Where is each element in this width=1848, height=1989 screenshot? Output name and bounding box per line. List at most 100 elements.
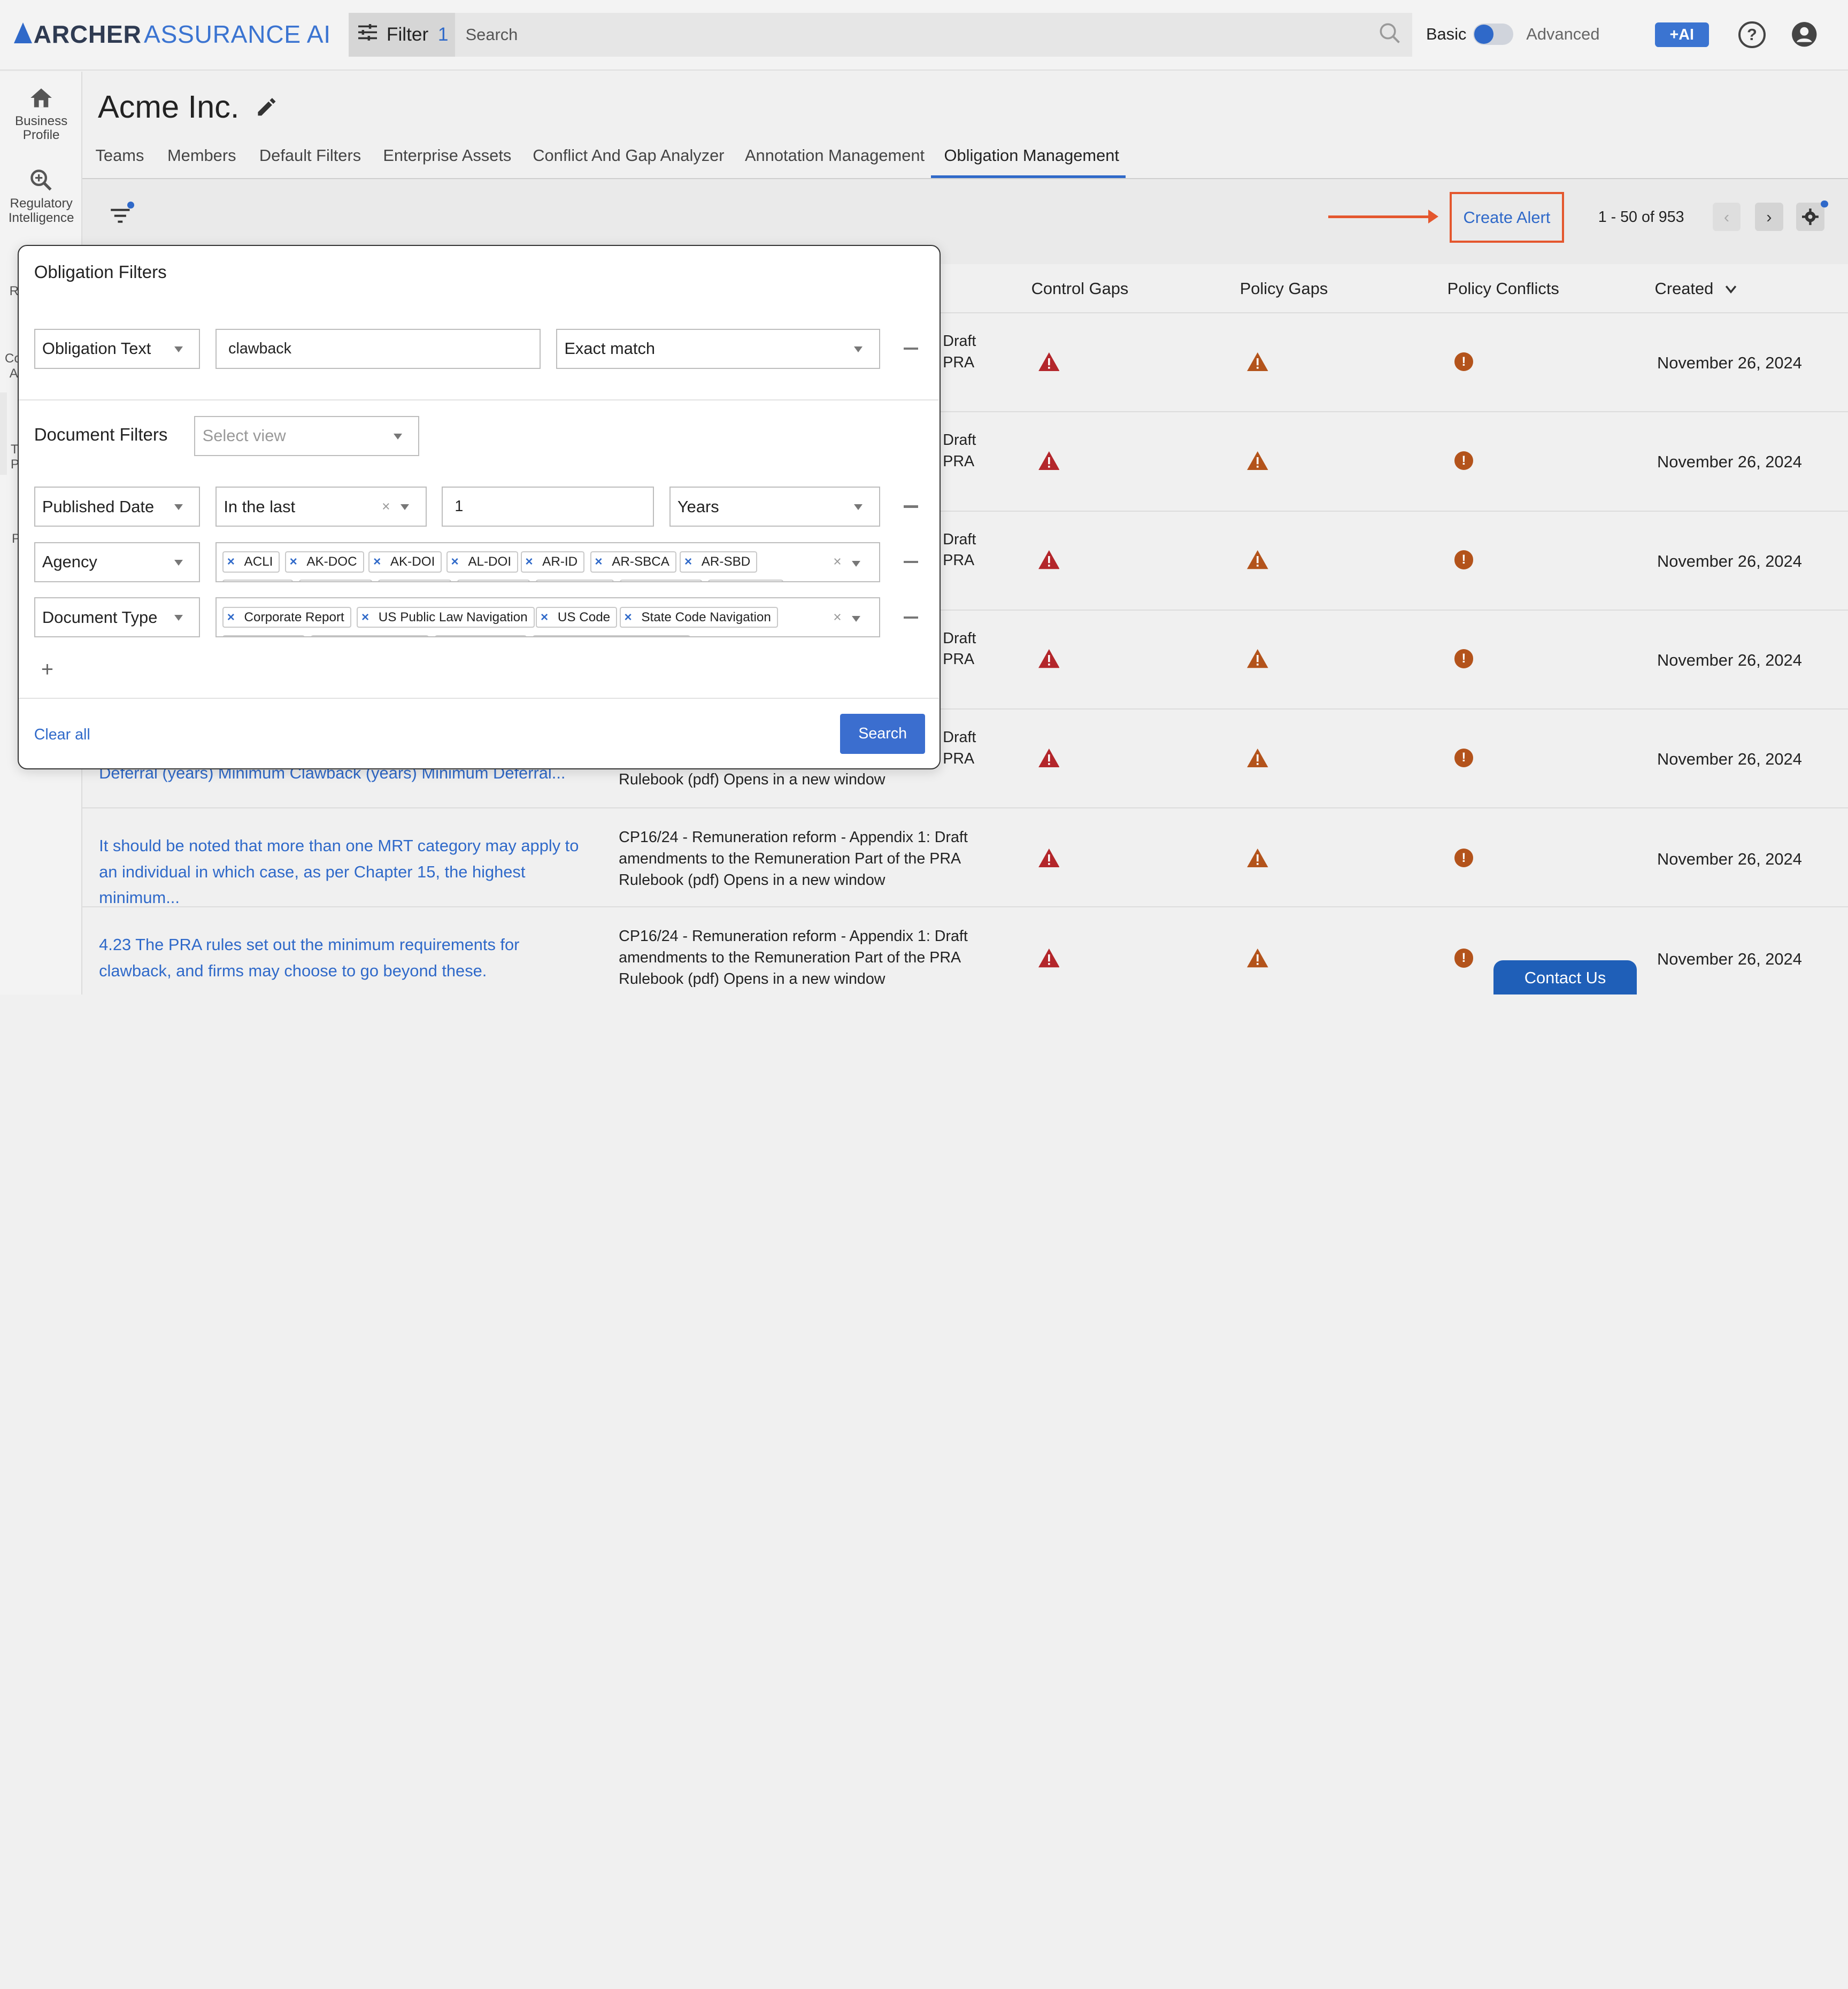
prev-page-button[interactable]: ‹	[1712, 203, 1741, 231]
agency-multiselect[interactable]: × ACLI × AK-DOC × AK-DOI × AL-DOI × AR-ID × AR…	[215, 542, 881, 582]
tab-obligation-management[interactable]: Obligation Management	[944, 146, 1119, 165]
chip-remove-icon[interactable]: ×	[451, 554, 459, 569]
ai-button[interactable]: +AI	[1654, 22, 1709, 48]
search-icon[interactable]	[1379, 22, 1400, 44]
chip-remove-icon[interactable]: ×	[595, 554, 602, 569]
doctype-chip[interactable]: × US Code	[536, 606, 618, 628]
rail-item-business-profile[interactable]: Business Profile	[0, 86, 82, 143]
remove-row-icon[interactable]	[904, 616, 918, 619]
policy-conflict-icon[interactable]: !	[1454, 649, 1474, 668]
agency-chip[interactable]: × ACLI	[222, 551, 280, 573]
clear-x-icon[interactable]: ×	[833, 553, 841, 570]
user-avatar-icon[interactable]	[1791, 21, 1817, 47]
doc-link[interactable]: CP16/24 - Remuneration reform - Appendix…	[619, 926, 996, 990]
remove-row-icon[interactable]	[904, 347, 918, 350]
tab-conflict-gap-analyzer[interactable]: Conflict And Gap Analyzer	[533, 146, 724, 165]
policy-conflict-icon[interactable]: !	[1454, 748, 1474, 767]
agency-chip[interactable]: × AR-SBCA	[590, 551, 676, 573]
add-filter-plus-icon[interactable]: +	[41, 658, 53, 682]
chip-remove-icon[interactable]: ×	[361, 610, 369, 625]
search-button[interactable]: Search	[840, 714, 925, 754]
filter-button[interactable]: Filter 1	[349, 13, 455, 57]
date-field-select[interactable]: Published Date	[34, 487, 201, 527]
clear-x-icon[interactable]: ×	[833, 609, 841, 626]
obligation-field-select[interactable]: Obligation Text	[34, 328, 201, 369]
date-operator-select[interactable]: In the last ×	[215, 487, 427, 527]
control-gap-warning-icon[interactable]	[1038, 949, 1060, 968]
chip-remove-icon[interactable]: ×	[227, 610, 235, 625]
help-icon[interactable]: ?	[1738, 21, 1766, 49]
next-page-button[interactable]: ›	[1754, 203, 1783, 231]
global-search-input[interactable]: Search	[455, 13, 1412, 57]
control-gap-warning-icon[interactable]	[1038, 352, 1060, 372]
policy-conflict-icon[interactable]: !	[1454, 949, 1474, 968]
contact-us-button[interactable]: Contact Us	[1493, 960, 1637, 995]
mode-toggle[interactable]	[1473, 24, 1514, 45]
agency-chip[interactable]: × AK-DOI	[368, 551, 442, 573]
policy-gap-warning-icon[interactable]	[1246, 949, 1268, 968]
tab-members[interactable]: Members	[167, 146, 236, 165]
agency-field-select[interactable]: Agency	[34, 542, 201, 582]
doctype-field-select[interactable]: Document Type	[34, 597, 201, 638]
policy-gap-warning-icon[interactable]	[1246, 550, 1268, 569]
obligation-text-link[interactable]: 4.23 The PRA rules set out the minimum r…	[99, 932, 594, 984]
col-policy-gaps[interactable]: Policy Gaps	[1240, 279, 1328, 298]
mode-basic-label[interactable]: Basic	[1426, 25, 1466, 44]
create-alert-button[interactable]: Create Alert	[1450, 192, 1564, 243]
doc-link[interactable]: CP16/24 - Remuneration reform - Appendix…	[619, 827, 996, 891]
chip-remove-icon[interactable]: ×	[525, 554, 533, 569]
policy-conflict-icon[interactable]: !	[1454, 352, 1474, 372]
doctype-multiselect[interactable]: × Corporate Report × US Public Law Navigat…	[215, 597, 881, 638]
rail-item-regulatory-intelligence[interactable]: Regulatory Intelligence	[0, 168, 82, 225]
obligation-text-input[interactable]: clawback	[215, 328, 541, 369]
col-created[interactable]: Created	[1655, 279, 1737, 298]
policy-conflict-icon[interactable]: !	[1454, 550, 1474, 569]
control-gap-warning-icon[interactable]	[1038, 848, 1060, 868]
chip-remove-icon[interactable]: ×	[684, 554, 692, 569]
col-control-gaps[interactable]: Control Gaps	[1031, 279, 1129, 298]
clear-all-link[interactable]: Clear all	[34, 726, 90, 744]
remove-row-icon[interactable]	[904, 505, 918, 508]
policy-gap-warning-icon[interactable]	[1246, 848, 1268, 868]
control-gap-warning-icon[interactable]	[1038, 748, 1060, 767]
tab-default-filters[interactable]: Default Filters	[259, 146, 361, 165]
policy-gap-warning-icon[interactable]	[1246, 649, 1268, 668]
doctype-chip[interactable]: × Corporate Report	[222, 606, 351, 628]
date-unit-select[interactable]: Years	[669, 487, 881, 527]
col-policy-conflicts[interactable]: Policy Conflicts	[1447, 279, 1559, 298]
doc-link[interactable]: Rulebook (pdf) Opens in a new window	[619, 769, 996, 791]
control-gap-warning-icon[interactable]	[1038, 649, 1060, 668]
chip-remove-icon[interactable]: ×	[541, 610, 548, 625]
chip-remove-icon[interactable]: ×	[227, 554, 235, 569]
agency-chip[interactable]: × AL-DOI	[446, 551, 519, 573]
filter-lines-icon[interactable]	[110, 206, 131, 225]
match-type-select[interactable]: Exact match	[556, 328, 881, 369]
policy-conflict-icon[interactable]: !	[1454, 848, 1474, 868]
doctype-chip[interactable]: × US Public Law Navigation	[357, 606, 535, 628]
policy-gap-warning-icon[interactable]	[1246, 352, 1268, 372]
obligation-text-link[interactable]: It should be noted that more than one MR…	[99, 833, 594, 911]
policy-conflict-icon[interactable]: !	[1454, 451, 1474, 471]
chip-remove-icon[interactable]: ×	[373, 554, 381, 569]
agency-chip[interactable]: × AR-SBD	[680, 551, 758, 573]
agency-chip[interactable]: × AR-ID	[520, 551, 585, 573]
clear-x-icon[interactable]: ×	[382, 498, 390, 515]
tab-teams[interactable]: Teams	[96, 146, 144, 165]
table-row[interactable]: It should be noted that more than one MR…	[82, 808, 1848, 908]
control-gap-warning-icon[interactable]	[1038, 550, 1060, 569]
chip-remove-icon[interactable]: ×	[625, 610, 632, 625]
logo[interactable]: ARCHER ASSURANCE AI	[14, 19, 330, 49]
tab-annotation-management[interactable]: Annotation Management	[745, 146, 925, 165]
remove-row-icon[interactable]	[904, 560, 918, 564]
edit-pencil-icon[interactable]	[256, 97, 277, 118]
select-view-dropdown[interactable]: Select view	[194, 415, 420, 456]
settings-button[interactable]	[1796, 203, 1824, 231]
date-amount-input[interactable]: 1	[442, 487, 654, 527]
doctype-chip[interactable]: × State Code Navigation	[619, 606, 778, 628]
chip-remove-icon[interactable]: ×	[290, 554, 297, 569]
policy-gap-warning-icon[interactable]	[1246, 748, 1268, 767]
mode-advanced-label[interactable]: Advanced	[1526, 25, 1599, 44]
tab-enterprise-assets[interactable]: Enterprise Assets	[383, 146, 511, 165]
agency-chip[interactable]: × AK-DOC	[284, 551, 364, 573]
policy-gap-warning-icon[interactable]	[1246, 451, 1268, 471]
